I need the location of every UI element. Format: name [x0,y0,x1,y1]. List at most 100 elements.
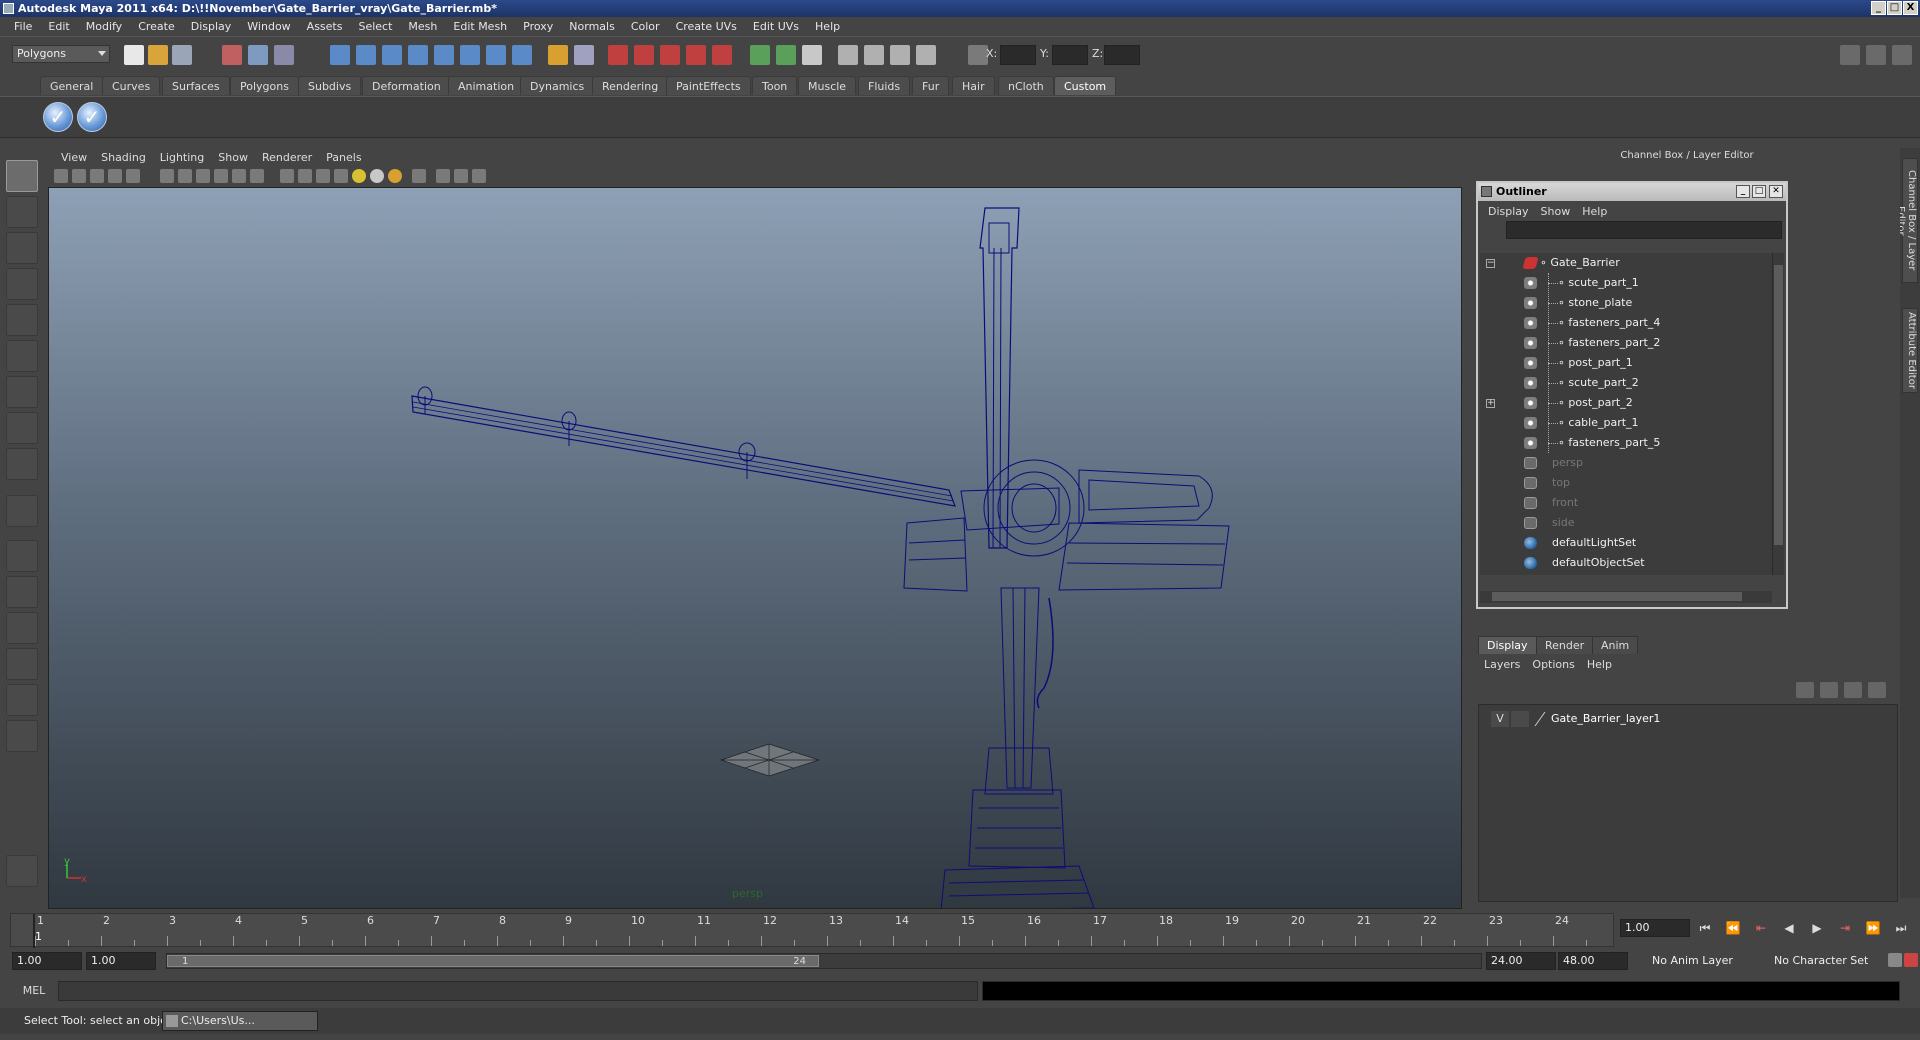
shadows-icon[interactable] [388,169,402,183]
expand-icon[interactable]: + [1486,399,1495,408]
single-perspective-layout-icon[interactable] [6,540,38,572]
snap-view-plane-icon[interactable] [434,45,454,65]
move-layer-down-icon[interactable] [1820,682,1838,698]
viewport-menu-panels[interactable]: Panels [319,151,368,164]
x-field[interactable] [1000,45,1036,65]
hypershade-icon[interactable] [686,45,706,65]
mel-language-toggle[interactable]: MEL [12,983,56,999]
all-lights-icon[interactable] [370,169,384,183]
outliner-title-bar[interactable]: Outliner _ □ ✕ [1478,183,1786,201]
menu-modify[interactable]: Modify [78,17,130,36]
menu-edit[interactable]: Edit [40,17,77,36]
layer-color-swatch[interactable] [1533,711,1547,727]
menu-display[interactable]: Display [183,17,240,36]
menu-assets[interactable]: Assets [299,17,351,36]
snap-curve-icon[interactable] [356,45,376,65]
layer-row[interactable]: V Gate_Barrier_layer1 [1485,711,1845,727]
tab-subdivs[interactable]: Subdivs [298,76,362,95]
step-forward-key-icon[interactable]: ⇥ [1836,920,1854,936]
tab-general[interactable]: General [40,76,104,95]
new-layer-from-selected-icon[interactable] [1868,682,1886,698]
go-to-end-icon[interactable]: ⏭ [1892,920,1910,936]
save-scene-icon[interactable] [172,45,192,65]
tab-painteffects[interactable]: PaintEffects [666,76,751,95]
character-set-dropdown[interactable]: No Character Set [1770,952,1880,970]
render-current-icon[interactable] [608,45,628,65]
y-field[interactable] [1052,45,1088,65]
soft-mod-tool-icon[interactable] [6,412,38,444]
range-slider-thumb[interactable]: 1 24 [167,955,819,967]
check-icon[interactable]: ✓ [77,102,107,132]
menu-help[interactable]: Help [807,17,848,36]
layer-menu-help[interactable]: Help [1581,658,1618,671]
select-component-icon[interactable] [274,45,294,65]
menu-create[interactable]: Create [130,17,183,36]
menu-edit-mesh[interactable]: Edit Mesh [445,17,515,36]
tab-fur[interactable]: Fur [912,76,950,95]
layer-visibility-toggle[interactable]: V [1491,711,1509,727]
viewport-menu-show[interactable]: Show [211,151,255,164]
graph-editor-layout-icon[interactable] [6,720,38,752]
start-time-field[interactable]: 1.00 [12,952,82,970]
playback-end-field[interactable]: 24.00 [1486,952,1556,970]
camera-zoom-icon[interactable] [916,45,936,65]
textured-icon[interactable] [334,169,348,183]
move-tool-icon[interactable] [6,268,38,300]
wireframe-icon[interactable] [280,169,294,183]
lasso-tool-icon[interactable] [6,196,38,228]
end-time-field[interactable]: 48.00 [1558,952,1628,970]
rotate-tool-icon[interactable] [6,304,38,336]
smooth-shade-icon[interactable] [298,169,312,183]
viewport-menu-renderer[interactable]: Renderer [255,151,319,164]
viewport-menu-view[interactable]: View [54,151,94,164]
maximize-icon[interactable]: □ [1752,185,1766,198]
minimized-window-button[interactable]: C:\Users\Us... [162,1011,318,1031]
help-icon[interactable] [512,45,532,65]
step-back-key-icon[interactable]: ⇤ [1752,920,1770,936]
outliner-menu-show[interactable]: Show [1535,205,1577,218]
layer-type-toggle[interactable] [1511,711,1529,727]
scale-tool-icon[interactable] [6,340,38,372]
outliner-vertical-scrollbar[interactable] [1772,253,1784,575]
select-object-icon[interactable] [248,45,268,65]
camera-select-icon[interactable] [838,45,858,65]
history-icon[interactable] [486,45,506,65]
anim-layer-dropdown[interactable]: No Anim Layer [1648,952,1758,970]
selection-mask-icon[interactable] [574,45,594,65]
tab-curves[interactable]: Curves [102,76,161,95]
render-settings-icon[interactable] [660,45,680,65]
menu-edit-uvs[interactable]: Edit UVs [745,17,807,36]
camera-track-icon[interactable] [864,45,884,65]
settings-icon[interactable] [6,855,38,887]
range-slider[interactable]: 1 24 [166,953,1482,969]
outliner-horizontal-scrollbar[interactable] [1480,591,1772,603]
go-to-start-icon[interactable]: ⏮ [1696,920,1714,936]
menu-window[interactable]: Window [239,17,298,36]
scroll-thumb[interactable] [1774,265,1783,545]
time-slider[interactable]: 1 2 3 4 5 6 7 8 9 10 11 12 13 14 15 16 17 18 19 20 21 22 23 24 … [10,913,1614,948]
menu-mesh[interactable]: Mesh [400,17,445,36]
last-tool-icon[interactable] [6,495,38,527]
image-plane-icon[interactable] [108,169,122,183]
render-view-icon[interactable] [712,45,732,65]
wireframe-on-shaded-icon[interactable] [316,169,330,183]
safe-action-icon[interactable] [232,169,246,183]
xray-icon[interactable] [436,169,450,183]
gate-mask-icon[interactable] [196,169,210,183]
input-ops-icon[interactable] [750,45,770,65]
snap-surface-icon[interactable] [408,45,428,65]
xray-joints-icon[interactable] [454,169,468,183]
animation-preferences-icon[interactable] [1904,953,1918,967]
camera-dolly-icon[interactable] [890,45,910,65]
persp-outliner-layout-icon[interactable] [6,612,38,644]
safe-title-icon[interactable] [250,169,264,183]
move-layer-up-icon[interactable] [1796,682,1814,698]
menu-normals[interactable]: Normals [561,17,623,36]
mel-command-input[interactable] [58,981,978,1001]
check-icon[interactable]: ✓ [43,102,73,132]
minimize-button[interactable]: _ [1871,1,1886,15]
layer-menu-options[interactable]: Options [1526,658,1580,671]
transform-field-icon[interactable] [968,45,988,65]
new-scene-icon[interactable] [124,45,144,65]
play-forwards-icon[interactable]: ▶ [1808,920,1826,936]
